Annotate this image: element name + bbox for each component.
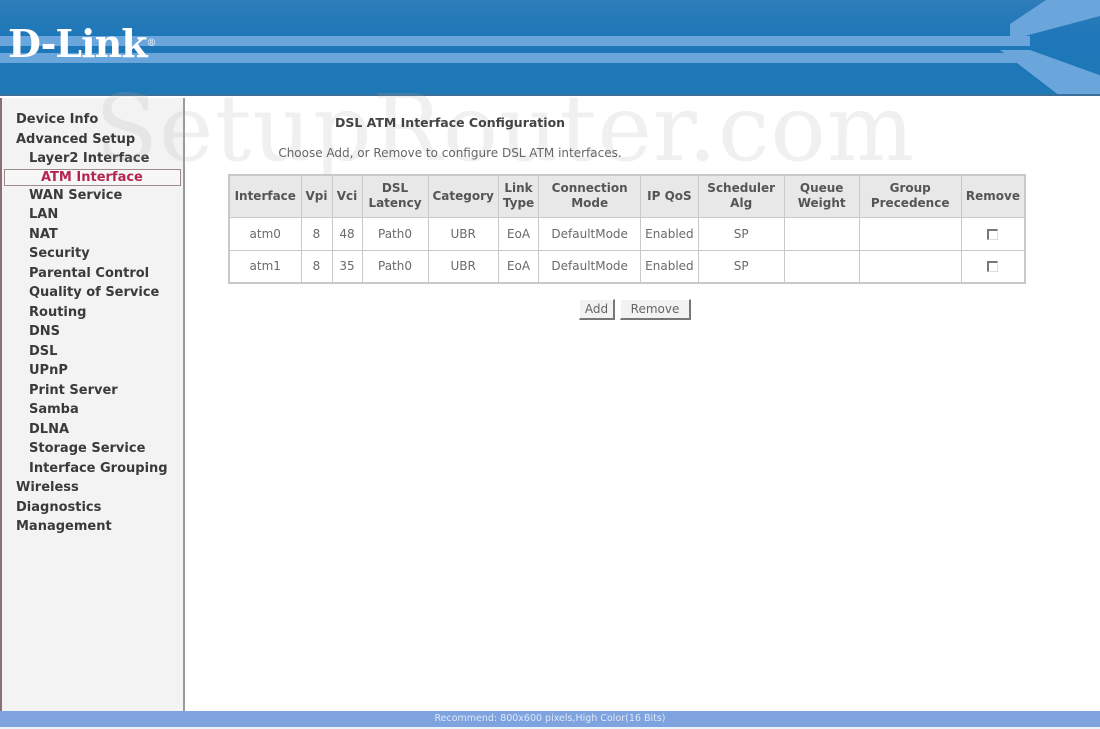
column-header-text: Type bbox=[502, 196, 535, 211]
sidebar-item-lan[interactable]: LAN bbox=[2, 205, 183, 225]
cell-dsl-latency: Path0 bbox=[361, 216, 429, 251]
cell-connection-mode: DefaultMode bbox=[538, 249, 642, 284]
cell-group-precedence bbox=[858, 249, 962, 284]
sidebar-item-routing[interactable]: Routing bbox=[2, 303, 183, 323]
cell-vpi: 8 bbox=[300, 216, 333, 251]
column-header-text: Scheduler bbox=[707, 181, 776, 196]
sidebar-item-wireless[interactable]: Wireless bbox=[2, 478, 183, 498]
dlink-logo: D-Link® bbox=[8, 21, 157, 66]
sidebar-item-parental-control[interactable]: Parental Control bbox=[2, 264, 183, 284]
column-header-text: DSL bbox=[381, 181, 409, 196]
column-header-text: Category bbox=[432, 188, 494, 203]
cell-scheduler-alg: SP bbox=[697, 249, 785, 284]
page-subtitle: Choose Add, or Remove to configure DSL A… bbox=[278, 146, 622, 160]
remove-button[interactable]: Remove bbox=[620, 299, 691, 320]
cell-category: UBR bbox=[427, 216, 499, 251]
column-header-text: Link bbox=[504, 181, 533, 196]
column-header-ip-qos: IP QoS bbox=[640, 174, 699, 218]
header-wing bbox=[1000, 50, 1100, 94]
column-header-interface: Interface bbox=[228, 174, 302, 218]
column-header-text: Alg bbox=[730, 196, 753, 211]
column-header-text: Queue bbox=[799, 181, 844, 196]
column-header-text: Vpi bbox=[305, 188, 328, 203]
sidebar-item-dsl[interactable]: DSL bbox=[2, 342, 183, 362]
sidebar-item-security[interactable]: Security bbox=[2, 244, 183, 264]
column-header-text: Precedence bbox=[870, 196, 950, 211]
column-header-link-type: Link Type bbox=[497, 174, 540, 218]
footer-text: Recommend: 800x600 pixels,High Color(16 … bbox=[434, 713, 666, 724]
sidebar-item-upnp[interactable]: UPnP bbox=[2, 361, 183, 381]
column-header-queue-weight: Queue Weight bbox=[783, 174, 860, 218]
cell-vci: 48 bbox=[331, 216, 363, 251]
cell-remove bbox=[960, 249, 1026, 284]
table-row: atm0 8 48 Path0 UBR EoA DefaultMode Enabled SP bbox=[228, 216, 1026, 251]
remove-checkbox[interactable] bbox=[987, 228, 999, 240]
cell-interface: atm0 bbox=[228, 216, 302, 251]
column-header-text: Latency bbox=[368, 196, 422, 211]
column-header-text: Remove bbox=[965, 188, 1020, 203]
column-header-vci: Vci bbox=[331, 174, 363, 218]
registered-mark: ® bbox=[146, 38, 157, 49]
column-header-remove: Remove bbox=[960, 174, 1026, 218]
sidebar-item-storage-service[interactable]: Storage Service bbox=[2, 439, 183, 459]
table-row: atm1 8 35 Path0 UBR EoA DefaultMode Enabled SP bbox=[228, 249, 1026, 284]
cell-vpi: 8 bbox=[300, 249, 333, 284]
cell-scheduler-alg: SP bbox=[697, 216, 785, 251]
table-header-row: Interface Vpi Vci DSL Latency Category Link Typ… bbox=[228, 174, 1026, 218]
column-header-vpi: Vpi bbox=[300, 174, 333, 218]
add-button[interactable]: Add bbox=[579, 299, 615, 320]
remove-checkbox[interactable] bbox=[987, 261, 999, 273]
sidebar-item-dlna[interactable]: DLNA bbox=[2, 420, 183, 440]
cell-ip-qos: Enabled bbox=[640, 249, 699, 284]
sidebar-item-nat[interactable]: NAT bbox=[2, 225, 183, 245]
column-header-group-precedence: Group Precedence bbox=[858, 174, 962, 218]
sidebar-item-wan-service[interactable]: WAN Service bbox=[2, 186, 183, 206]
footer-bar: Recommend: 800x600 pixels,High Color(16 … bbox=[0, 711, 1100, 727]
cell-queue-weight bbox=[783, 249, 860, 284]
cell-connection-mode: DefaultMode bbox=[538, 216, 642, 251]
page-title: DSL ATM Interface Configuration bbox=[334, 115, 566, 130]
sidebar-item-diagnostics[interactable]: Diagnostics bbox=[2, 498, 183, 518]
cell-vci: 35 bbox=[331, 249, 363, 284]
column-header-scheduler-alg: Scheduler Alg bbox=[697, 174, 785, 218]
sidebar-nav: Device Info Advanced Setup Layer2 Interfac… bbox=[0, 98, 185, 711]
cell-ip-qos: Enabled bbox=[640, 216, 699, 251]
sidebar-item-atm-interface[interactable]: ATM Interface bbox=[4, 168, 181, 186]
sidebar-item-management[interactable]: Management bbox=[2, 517, 183, 537]
cell-remove bbox=[960, 216, 1026, 251]
nav-list: Device Info Advanced Setup Layer2 Interfac… bbox=[2, 98, 183, 537]
sidebar-item-samba[interactable]: Samba bbox=[2, 400, 183, 420]
column-header-connection-mode: Connection Mode bbox=[538, 174, 642, 218]
atm-interface-table: Interface Vpi Vci DSL Latency Category Link Typ… bbox=[228, 174, 1027, 284]
column-header-text: Group bbox=[889, 181, 931, 196]
cell-link-type: EoA bbox=[497, 249, 540, 284]
cell-dsl-latency: Path0 bbox=[361, 249, 429, 284]
header-wing bbox=[1010, 0, 1100, 40]
column-header-text: Mode bbox=[571, 196, 609, 211]
sidebar-item-quality-of-service[interactable]: Quality of Service bbox=[2, 283, 183, 303]
cell-category: UBR bbox=[427, 249, 499, 284]
cell-group-precedence bbox=[858, 216, 962, 251]
column-header-category: Category bbox=[427, 174, 499, 218]
column-header-text: IP QoS bbox=[647, 188, 692, 203]
column-header-dsl-latency: DSL Latency bbox=[361, 174, 429, 218]
sidebar-item-print-server[interactable]: Print Server bbox=[2, 381, 183, 401]
header-banner: D-Link® bbox=[0, 0, 1100, 96]
cell-queue-weight bbox=[783, 216, 860, 251]
column-header-text: Vci bbox=[336, 188, 358, 203]
column-header-text: Connection bbox=[551, 181, 628, 196]
sidebar-item-dns[interactable]: DNS bbox=[2, 322, 183, 342]
logo-text: D-Link bbox=[8, 21, 148, 66]
cell-link-type: EoA bbox=[497, 216, 540, 251]
sidebar-item-interface-grouping[interactable]: Interface Grouping bbox=[2, 459, 183, 479]
table-body: atm0 8 48 Path0 UBR EoA DefaultMode Enabled SP at… bbox=[228, 216, 1026, 284]
column-header-text: Interface bbox=[234, 188, 296, 203]
column-header-text: Weight bbox=[797, 196, 846, 211]
cell-interface: atm1 bbox=[228, 249, 302, 284]
